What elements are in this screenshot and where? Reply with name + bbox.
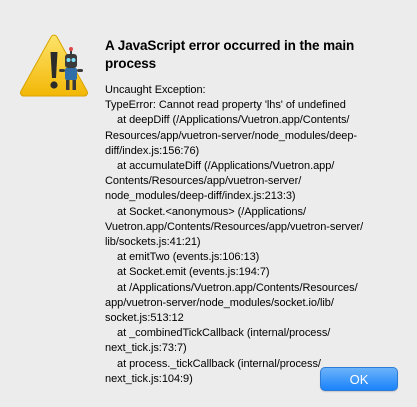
error-title: A JavaScript error occurred in the main … [105, 38, 355, 71]
error-message: Uncaught Exception: TypeError: Cannot re… [105, 84, 364, 385]
warning-icon [20, 34, 88, 97]
error-dialog: A JavaScript error occurred in the main … [0, 0, 417, 407]
dialog-content: A JavaScript error occurred in the main … [105, 37, 407, 387]
ok-button[interactable]: OK [320, 367, 398, 391]
